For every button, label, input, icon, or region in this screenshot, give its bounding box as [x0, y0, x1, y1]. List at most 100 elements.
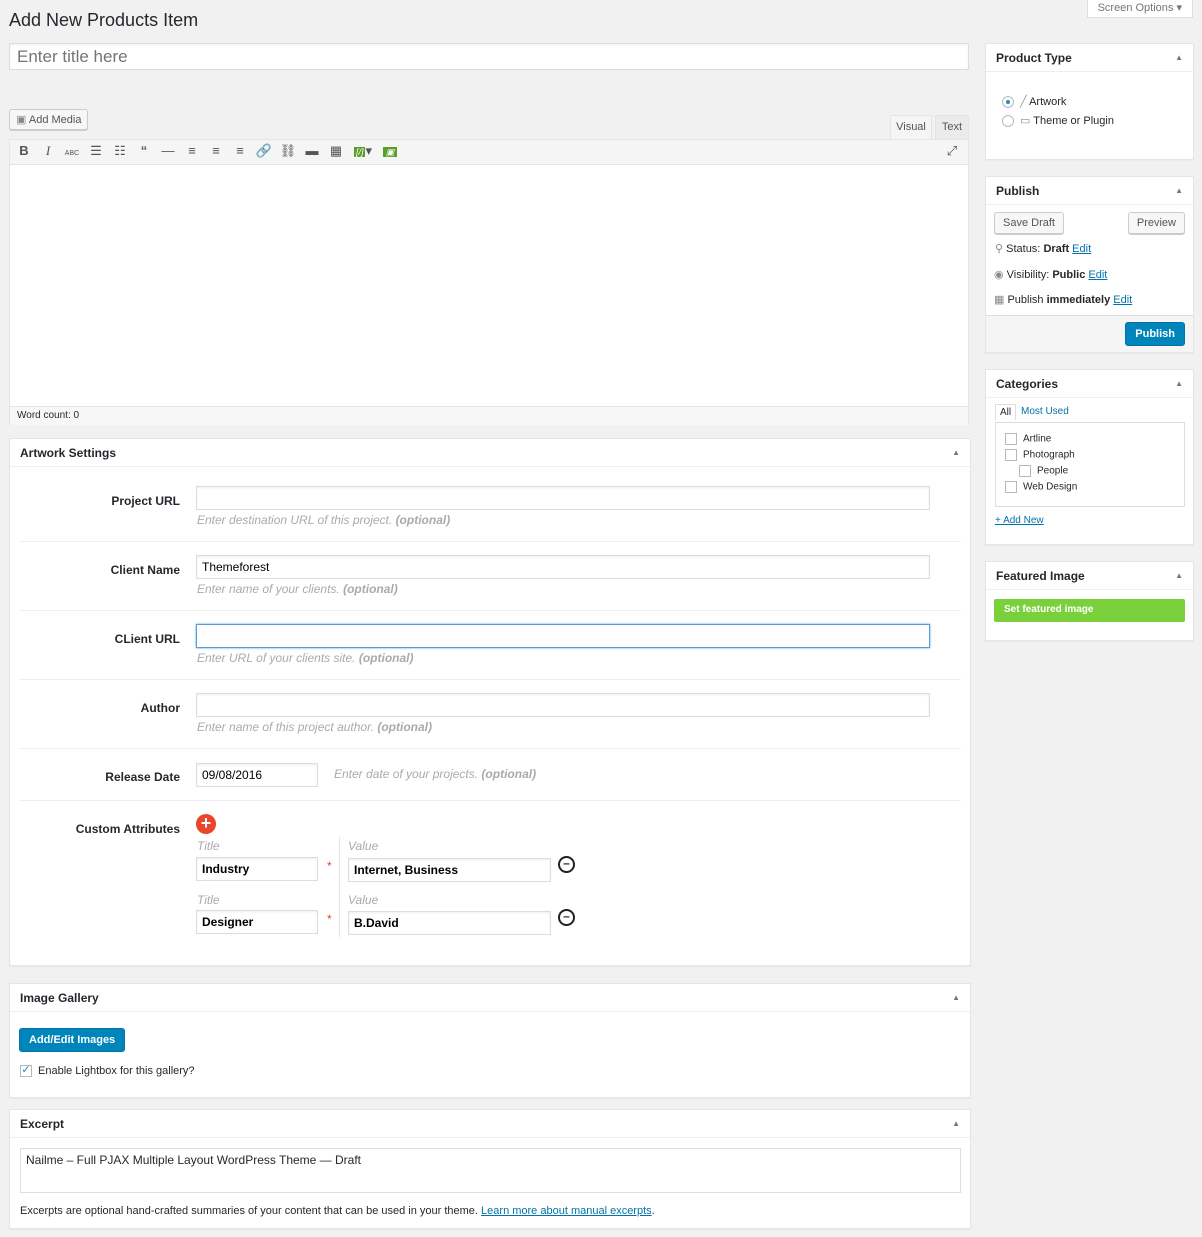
add-media-icon: ▣	[16, 114, 27, 126]
product-type-theme[interactable]: ▭ Theme or Plugin	[1002, 114, 1114, 128]
add-new-category-link[interactable]: + Add New	[995, 515, 1044, 526]
title-input[interactable]	[9, 43, 969, 70]
horizontal-line-icon[interactable]: —	[156, 143, 180, 158]
word-count: Word count: 0	[10, 406, 968, 425]
attr-value-input[interactable]	[348, 858, 551, 882]
save-draft-button[interactable]: Save Draft	[994, 212, 1064, 234]
author-input[interactable]	[196, 693, 930, 717]
align-center-icon[interactable]: ≡	[204, 143, 228, 158]
add-attribute-button[interactable]: +	[196, 814, 216, 834]
add-media-label: Add Media	[28, 114, 82, 126]
italic-icon[interactable]: I	[36, 143, 60, 159]
author-label: Author	[140, 701, 180, 715]
client-url-label: CLient URL	[114, 632, 180, 646]
read-more-icon[interactable]: ▬	[300, 143, 324, 158]
editor: B I ABC ☰ ☷ “— ≡ ≡ ≡ 🔗 ⛓ ▬ ▦ [/] ▾ ▣ ⤢ Word count: 0	[9, 139, 969, 425]
radio-artwork[interactable]	[1002, 96, 1014, 109]
client-url-input[interactable]	[196, 624, 930, 648]
attr-title-label: Title	[197, 839, 220, 853]
excerpt-title: Excerpt	[20, 1116, 65, 1131]
image-icon[interactable]: ▣	[378, 143, 402, 158]
lightbox-option[interactable]: ✓ Enable Lightbox for this gallery?	[20, 1063, 195, 1077]
excerpt-box: Excerpt ▲ Nailme – Full PJAX Multiple Lay…	[9, 1109, 971, 1229]
link-icon[interactable]: 🔗	[252, 143, 276, 159]
toolbar-toggle-icon[interactable]: ▦	[324, 143, 348, 159]
collapse-icon[interactable]: ▲	[952, 448, 960, 457]
project-url-input[interactable]	[196, 486, 930, 510]
bold-icon[interactable]: B	[12, 143, 36, 158]
shortcode-icon[interactable]: [/] ▾	[348, 143, 378, 159]
image-gallery-title: Image Gallery	[20, 990, 99, 1005]
artwork-settings-title: Artwork Settings	[20, 445, 117, 460]
client-name-label: Client Name	[110, 563, 180, 577]
product-type-artwork[interactable]: ╱ Artwork	[1002, 95, 1066, 109]
preview-button[interactable]: Preview	[1127, 212, 1185, 234]
category-item[interactable]: Artline	[1005, 433, 1051, 445]
client-name-hint: Enter name of your clients. (optional)	[197, 582, 398, 596]
lightbox-label: Enable Lightbox for this gallery?	[38, 1065, 195, 1077]
attr-value-label: Value	[348, 839, 379, 853]
unlink-icon[interactable]: ⛓	[276, 143, 300, 159]
project-url-hint: Enter destination URL of this project. (…	[197, 513, 451, 527]
collapse-icon[interactable]: ▲	[1175, 571, 1183, 580]
categories-title: Categories	[996, 376, 1059, 391]
editor-content[interactable]	[10, 165, 968, 406]
attr-value-input[interactable]	[348, 911, 551, 935]
publish-box: Publish ▲ Save Draft Preview ⚲ Status: Dr…	[985, 176, 1194, 353]
tab-all[interactable]: All	[995, 404, 1017, 420]
eye-icon: ◉	[994, 269, 1004, 281]
product-type-box: Product Type ▲ ╱ Artwork ▭ Theme or Plugi…	[985, 43, 1194, 160]
set-featured-image-button[interactable]: Set featured image	[994, 599, 1185, 622]
publish-title: Publish	[996, 183, 1040, 198]
collapse-icon[interactable]: ▲	[952, 1119, 960, 1128]
lightbox-checkbox[interactable]: ✓	[20, 1064, 32, 1077]
edit-publish-date-link[interactable]: Edit	[1113, 294, 1132, 306]
pin-icon: ⚲	[995, 243, 1004, 255]
attr-title-input[interactable]	[196, 910, 318, 934]
add-media-button[interactable]: ▣ Add Media	[9, 109, 89, 130]
excerpt-note: Excerpts are optional hand-crafted summa…	[20, 1205, 655, 1217]
tab-text[interactable]: Text	[935, 115, 969, 139]
radio-theme[interactable]	[1002, 115, 1014, 128]
align-left-icon[interactable]: ≡	[180, 143, 204, 158]
collapse-icon[interactable]: ▲	[1175, 186, 1183, 195]
client-name-input[interactable]	[196, 555, 930, 579]
tab-most-used[interactable]: Most Used	[1021, 406, 1069, 417]
collapse-icon[interactable]: ▲	[952, 993, 960, 1002]
blockquote-icon[interactable]: “	[132, 143, 156, 158]
screen-icon: ▭	[1020, 115, 1031, 127]
collapse-icon[interactable]: ▲	[1175, 53, 1183, 62]
collapse-icon[interactable]: ▲	[1175, 379, 1183, 388]
remove-attribute-button[interactable]: –	[558, 909, 575, 926]
align-right-icon[interactable]: ≡	[228, 143, 252, 158]
featured-image-box: Featured Image ▲ Set featured image	[985, 561, 1194, 641]
editor-toolbar: B I ABC ☰ ☷ “— ≡ ≡ ≡ 🔗 ⛓ ▬ ▦ [/] ▾ ▣ ⤢	[10, 140, 968, 165]
client-url-hint: Enter URL of your clients site. (optiona…	[197, 651, 414, 665]
add-edit-images-button[interactable]: Add/Edit Images	[19, 1028, 126, 1052]
attr-title-input[interactable]	[196, 857, 318, 881]
release-date-input[interactable]	[196, 763, 318, 787]
screen-options-button[interactable]: Screen Options ▾	[1086, 0, 1193, 18]
required-mark: *	[327, 859, 332, 873]
tab-visual[interactable]: Visual	[890, 115, 932, 139]
custom-attributes-label: Custom Attributes	[75, 822, 180, 836]
numbered-list-icon[interactable]: ☷	[108, 143, 132, 159]
category-item[interactable]: Web Design	[1005, 481, 1077, 493]
required-mark: *	[327, 912, 332, 926]
edit-status-link[interactable]: Edit	[1072, 243, 1091, 255]
calendar-icon: ▦	[994, 294, 1005, 306]
publish-button[interactable]: Publish	[1125, 322, 1185, 346]
release-date-label: Release Date	[105, 770, 180, 784]
artwork-settings-box: Artwork Settings ▲ Project URL Enter dest…	[9, 438, 971, 966]
category-item[interactable]: People	[1019, 465, 1068, 477]
category-item[interactable]: Photograph	[1005, 449, 1075, 461]
strikethrough-icon[interactable]: ABC	[60, 150, 84, 157]
excerpt-learn-more-link[interactable]: Learn more about manual excerpts	[481, 1205, 652, 1217]
fullscreen-icon[interactable]: ⤢	[940, 143, 964, 159]
remove-attribute-button[interactable]: –	[558, 856, 575, 873]
edit-visibility-link[interactable]: Edit	[1088, 269, 1107, 281]
featured-image-title: Featured Image	[996, 568, 1085, 583]
bullet-list-icon[interactable]: ☰	[84, 143, 108, 159]
excerpt-textarea[interactable]: Nailme – Full PJAX Multiple Layout WordP…	[20, 1148, 961, 1193]
project-url-label: Project URL	[111, 494, 180, 508]
